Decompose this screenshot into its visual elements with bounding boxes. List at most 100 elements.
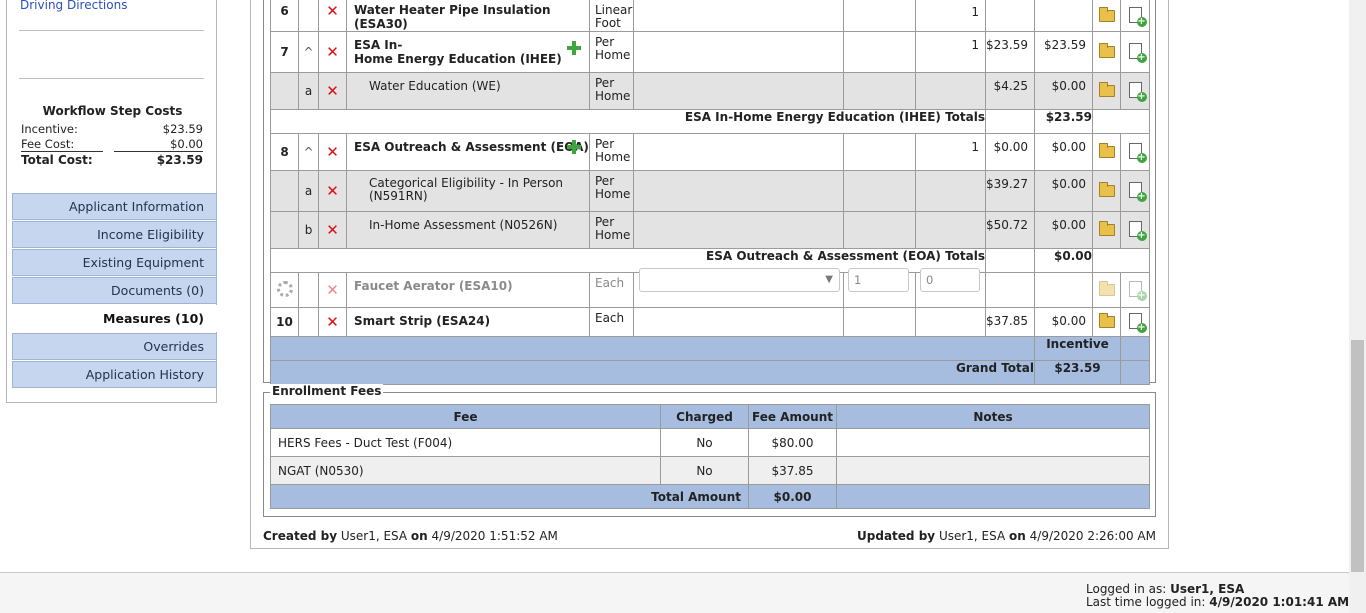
delete-x-icon: ✕ [326, 1, 339, 20]
loading-indicator [270, 272, 299, 308]
folder-icon [1098, 6, 1115, 22]
add-document-button[interactable] [1120, 307, 1150, 337]
spinner-icon [276, 280, 293, 297]
measure-incentive: $0.00 [1034, 307, 1093, 337]
row-number: 10 [270, 307, 299, 337]
vertical-scrollbar[interactable] [1349, 0, 1366, 613]
delete-button[interactable]: ✕ [318, 272, 347, 308]
fees-header-row: Fee Charged Fee Amount Notes [270, 404, 1150, 429]
row-number: 8 [270, 133, 299, 171]
measure-unit: Per Home [589, 211, 634, 249]
measure-cost: $50.72 [985, 211, 1035, 249]
delete-x-icon: ✕ [326, 280, 339, 299]
collapse-toggle[interactable]: ^ [298, 31, 319, 73]
delete-button[interactable]: ✕ [318, 31, 347, 73]
folder-button[interactable] [1092, 72, 1121, 110]
total-cost-row: Total Cost: $23.59 [21, 153, 203, 167]
scrollbar-thumb[interactable] [1351, 340, 1364, 572]
fee-cost-row: Fee Cost: $0.00 [21, 137, 203, 151]
incentive-header-row: Incentive [270, 336, 1150, 361]
amount-input[interactable]: 0 [920, 268, 980, 292]
delete-button[interactable]: ✕ [318, 72, 347, 110]
table-row: NGAT (N0530) No $37.85 [270, 456, 1150, 485]
add-document-icon [1128, 7, 1147, 27]
last-login: Last time logged in: 4/9/2020 1:01:41 AM [1086, 595, 1350, 609]
fee-amount-column-header: Fee Amount [748, 404, 837, 429]
folder-button[interactable] [1092, 272, 1121, 308]
folder-button[interactable] [1092, 0, 1121, 32]
measure-unit: Linear Foot [589, 0, 634, 32]
fee-name: NGAT (N0530) [270, 456, 661, 485]
delete-button[interactable]: ✕ [318, 133, 347, 171]
nav-overrides[interactable]: Overrides [12, 333, 217, 360]
nav-existing-equipment[interactable]: Existing Equipment [12, 249, 217, 276]
folder-button[interactable] [1092, 307, 1121, 337]
add-document-button[interactable] [1120, 31, 1150, 73]
delete-button[interactable]: ✕ [318, 307, 347, 337]
delete-x-icon: ✕ [326, 312, 339, 331]
folder-button[interactable] [1092, 133, 1121, 171]
nav-income-eligibility[interactable]: Income Eligibility [12, 221, 217, 248]
add-document-icon [1128, 182, 1147, 202]
measure-incentive: $0.00 [1034, 72, 1093, 110]
fee-column-header: Fee [270, 404, 661, 429]
fees-total-value: $0.00 [748, 484, 837, 509]
nav-application-history[interactable]: Application History [12, 361, 217, 388]
measure-qty: 1 [915, 133, 986, 171]
nav-measures[interactable]: Measures (10) [12, 305, 217, 332]
divider [114, 151, 203, 152]
measure-incentive: $0.00 [1034, 170, 1093, 212]
folder-icon [1098, 280, 1115, 296]
sub-letter: a [298, 170, 319, 212]
delete-x-icon: ✕ [326, 181, 339, 200]
measure-select[interactable]: ▼ [639, 268, 840, 292]
nav-applicant-information[interactable]: Applicant Information [12, 193, 217, 220]
delete-x-icon: ✕ [326, 81, 339, 100]
add-document-button[interactable] [1120, 272, 1150, 308]
measure-cost: $23.59 [985, 31, 1035, 73]
add-document-button[interactable] [1120, 72, 1150, 110]
row-number: 7 [270, 31, 299, 73]
nav-documents[interactable]: Documents (0) [12, 277, 217, 304]
measure-qty: 1 [915, 31, 986, 73]
add-document-button[interactable] [1120, 211, 1150, 249]
fee-notes [836, 456, 1150, 485]
chevron-up-icon: ^ [303, 145, 314, 159]
add-document-button[interactable] [1120, 170, 1150, 212]
fees-total-label: Total Amount [270, 484, 749, 509]
measure-unit: Per Home [589, 72, 634, 110]
sidebar: Driving Directions Workflow Step Costs I… [6, 0, 217, 403]
add-sub-measure-icon[interactable] [567, 140, 581, 154]
folder-icon [1098, 220, 1115, 236]
table-row: HERS Fees - Duct Test (F004) No $80.00 [270, 428, 1150, 457]
delete-button[interactable]: ✕ [318, 211, 347, 249]
measure-unit: Each [589, 272, 634, 308]
grand-total-label: Grand Total [270, 360, 1035, 385]
measure-qty: 1 [915, 0, 986, 32]
notes-column-header: Notes [836, 404, 1150, 429]
quantity-input[interactable]: 1 [848, 268, 909, 292]
add-document-button[interactable] [1120, 0, 1150, 32]
collapse-toggle[interactable]: ^ [298, 133, 319, 171]
workflow-costs-title: Workflow Step Costs [42, 104, 183, 118]
table-row: b ✕ In-Home Assessment (N0526N) Per Home … [270, 211, 1150, 249]
measure-incentive: $23.59 [1034, 31, 1093, 73]
folder-button[interactable] [1092, 170, 1121, 212]
measure-name: ESA In- Home Energy Education (IHEE) [346, 31, 590, 73]
table-row: a ✕ Water Education (WE) Per Home $4.25 $… [270, 72, 1150, 110]
measure-name: ESA Outreach & Assessment (EOA) [346, 133, 590, 171]
folder-button[interactable] [1092, 211, 1121, 249]
folder-icon [1098, 81, 1115, 97]
measure-name: Water Heater Pipe Insulation (ESA30) [346, 0, 590, 32]
divider [19, 78, 204, 79]
delete-button[interactable]: ✕ [318, 0, 347, 32]
add-sub-measure-icon[interactable] [567, 41, 581, 55]
add-document-button[interactable] [1120, 133, 1150, 171]
add-document-icon [1128, 221, 1147, 241]
measure-unit: Per Home [589, 170, 634, 212]
delete-button[interactable]: ✕ [318, 170, 347, 212]
fee-amount: $80.00 [748, 428, 837, 457]
driving-directions-link[interactable]: Driving Directions [20, 0, 127, 12]
grand-total-value: $23.59 [1034, 360, 1121, 385]
folder-button[interactable] [1092, 31, 1121, 73]
